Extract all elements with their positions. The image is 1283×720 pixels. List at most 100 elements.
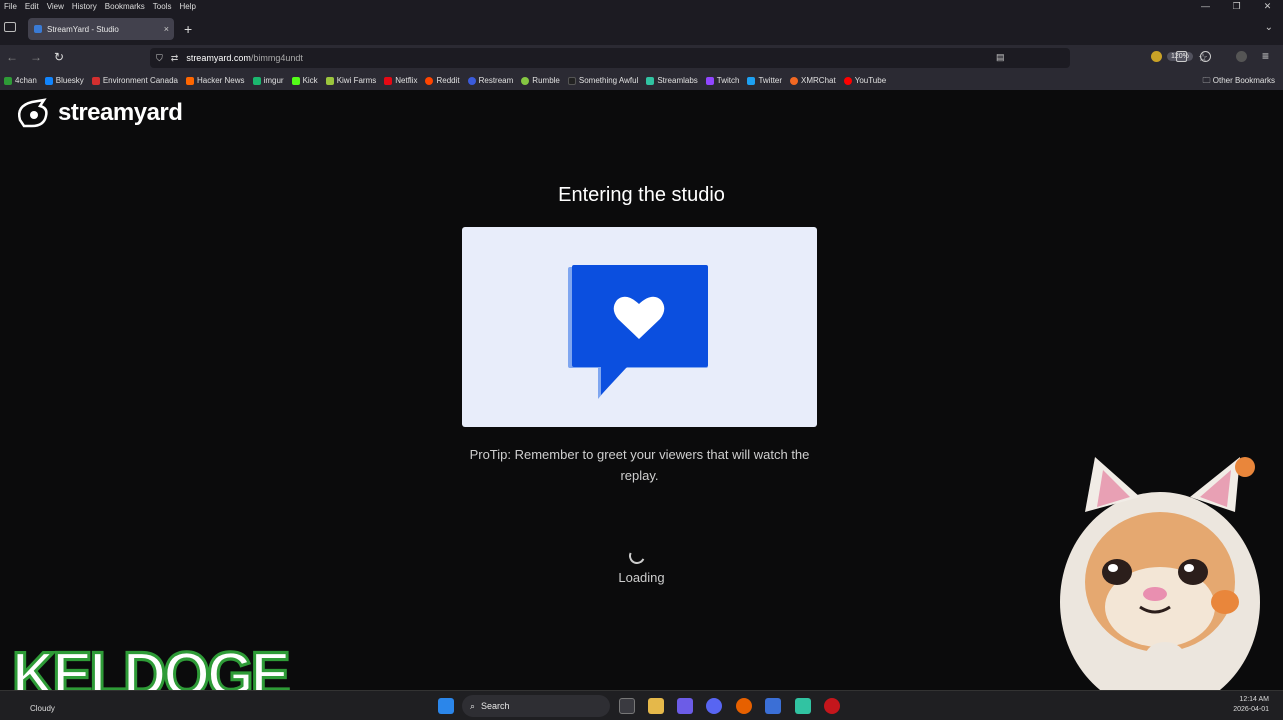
- bookmark-something-awful[interactable]: Something Awful: [567, 76, 639, 85]
- media-player-icon[interactable]: [824, 698, 840, 714]
- site-info-icon[interactable]: ⇄: [171, 53, 179, 64]
- menu-file[interactable]: File: [0, 2, 21, 11]
- cat-mascot-image: [1060, 457, 1260, 720]
- bookmark-rumble[interactable]: Rumble: [521, 76, 560, 85]
- chevron-down-icon[interactable]: ⌄: [1265, 22, 1273, 33]
- system-clock[interactable]: 12:14 AM 2026-04-01: [1233, 695, 1269, 715]
- bookmark-label: 4chan: [15, 76, 37, 85]
- tab-close-icon[interactable]: ×: [164, 24, 169, 34]
- url-path: /bimmg4undt: [250, 53, 303, 63]
- menu-history[interactable]: History: [68, 2, 101, 11]
- bluesky-icon: [44, 76, 53, 85]
- shield-icon[interactable]: ⛉: [156, 53, 163, 64]
- puzzle-icon[interactable]: [1176, 51, 1187, 62]
- protip-text: ProTip: Remember to greet your viewers t…: [469, 447, 810, 483]
- netflix-icon: [384, 76, 393, 85]
- bookmark-twitch[interactable]: Twitch: [705, 76, 740, 85]
- bookmarks-bar: 4chan Bluesky Environment Canada Hacker …: [0, 71, 1283, 90]
- imgur-icon: [252, 76, 261, 85]
- something-awful-icon: [567, 76, 576, 85]
- search-placeholder: Search: [481, 701, 510, 711]
- firefox-icon[interactable]: [736, 698, 752, 714]
- bookmark-restream[interactable]: Restream: [467, 76, 514, 85]
- bookmark-4chan[interactable]: 4chan: [4, 76, 37, 85]
- bookmark-reddit[interactable]: Reddit: [425, 76, 460, 85]
- kick-icon: [291, 76, 300, 85]
- bookmark-twitter[interactable]: Twitter: [747, 76, 782, 85]
- bookmark-label: Hacker News: [196, 76, 245, 85]
- tab-strip: StreamYard - Studio × + ⌄: [0, 12, 1283, 45]
- bookmark-environment-canada[interactable]: Environment Canada: [91, 76, 178, 85]
- bookmark-label: Restream: [478, 76, 514, 85]
- bookmark-label: Twitter: [758, 76, 783, 85]
- bookmark-kick[interactable]: Kick: [291, 76, 318, 85]
- bookmark-streamlabs[interactable]: Streamlabs: [646, 76, 698, 85]
- weather-text[interactable]: Cloudy: [30, 704, 55, 713]
- reader-view-icon[interactable]: ▤: [996, 52, 1005, 63]
- bookmark-bluesky[interactable]: Bluesky: [44, 76, 84, 85]
- bookmark-imgur[interactable]: imgur: [252, 76, 284, 85]
- headphones-icon[interactable]: [1200, 51, 1211, 62]
- bookmark-label: Twitch: [716, 76, 740, 85]
- back-button[interactable]: ←: [6, 50, 18, 64]
- hamburger-menu-icon[interactable]: ≡: [1262, 49, 1269, 63]
- bookmark-netflix[interactable]: Netflix: [384, 76, 417, 85]
- bookmark-label: Kiwi Farms: [336, 76, 377, 85]
- rumble-icon: [521, 76, 530, 85]
- other-bookmarks[interactable]: 🗀 Other Bookmarks: [1203, 75, 1275, 89]
- url-domain: streamyard.com: [186, 53, 251, 63]
- illustration-card: [462, 227, 817, 427]
- tab-list-icon[interactable]: [4, 22, 16, 32]
- file-explorer-icon[interactable]: [648, 698, 664, 714]
- close-window-button[interactable]: ✕: [1252, 0, 1283, 12]
- tab-streamyard[interactable]: StreamYard - Studio ×: [28, 18, 174, 40]
- discord-icon[interactable]: [706, 698, 722, 714]
- clock-time: 12:14 AM: [1239, 696, 1269, 703]
- menu-view[interactable]: View: [43, 2, 68, 11]
- bookmark-kiwi-farms[interactable]: Kiwi Farms: [325, 76, 377, 85]
- reload-button[interactable]: ↻: [54, 50, 64, 64]
- minimize-button[interactable]: —: [1190, 0, 1221, 12]
- url-bar[interactable]: ⛉ ⇄ streamyard.com /bimmg4undt ▤ 120% ☆: [150, 48, 1208, 68]
- streamlabs-icon: [646, 76, 655, 85]
- windows-start-icon[interactable]: [438, 698, 454, 714]
- bookmark-label: Bluesky: [55, 76, 84, 85]
- extension-icon[interactable]: [1151, 51, 1162, 62]
- other-bookmarks-label: Other Bookmarks: [1212, 76, 1275, 85]
- streamlabs-taskbar-icon[interactable]: [795, 698, 811, 714]
- twitch-icon: [705, 76, 714, 85]
- reddit-icon: [425, 76, 434, 85]
- bookmark-youtube[interactable]: YouTube: [843, 76, 887, 85]
- menu-help[interactable]: Help: [175, 2, 199, 11]
- bookmark-label: Reddit: [436, 76, 460, 85]
- new-tab-button[interactable]: +: [184, 21, 192, 37]
- streamyard-logo[interactable]: streamyard: [14, 98, 183, 128]
- tab-title: StreamYard - Studio: [47, 24, 119, 34]
- forward-button[interactable]: →: [30, 50, 42, 64]
- disabled-extension-icon[interactable]: [1236, 51, 1247, 62]
- bookmark-label: YouTube: [854, 76, 887, 85]
- search-icon: ⌕: [470, 700, 476, 711]
- bookmark-label: Streamlabs: [657, 76, 698, 85]
- taskbar-search[interactable]: ⌕ Search: [462, 695, 610, 717]
- navigation-bar: ← → ↻ ⛉ ⇄ streamyard.com /bimmg4undt ▤ 1…: [0, 45, 1283, 71]
- maple-leaf-icon: [91, 76, 100, 85]
- twitter-icon: [747, 76, 756, 85]
- hacker-news-icon: [185, 76, 194, 85]
- bookmark-label: Something Awful: [578, 76, 639, 85]
- menu-bookmarks[interactable]: Bookmarks: [101, 2, 149, 11]
- copilot-icon[interactable]: [677, 698, 693, 714]
- chat-heart-icon: [568, 265, 708, 399]
- menu-edit[interactable]: Edit: [21, 2, 43, 11]
- kiwi-icon: [325, 76, 334, 85]
- bookmark-label: imgur: [263, 76, 284, 85]
- restore-button[interactable]: ❐: [1221, 0, 1252, 12]
- clock-date: 2026-04-01: [1233, 706, 1269, 713]
- bookmark-hacker-news[interactable]: Hacker News: [185, 76, 245, 85]
- loading-spinner-icon: [626, 545, 648, 567]
- menu-tools[interactable]: Tools: [149, 2, 176, 11]
- task-view-icon[interactable]: [619, 698, 635, 714]
- streamyard-favicon-icon: [34, 25, 42, 33]
- bookmark-xmrchat[interactable]: XMRChat: [790, 76, 836, 85]
- app-window-icon[interactable]: [765, 698, 781, 714]
